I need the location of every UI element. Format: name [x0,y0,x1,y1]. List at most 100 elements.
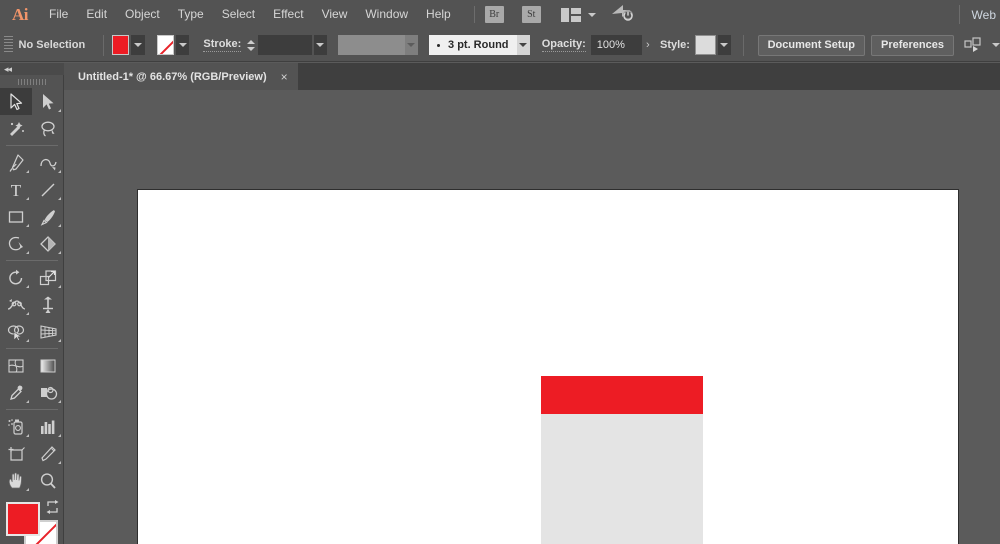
shape-builder-tool[interactable] [0,318,32,345]
control-bar-grip[interactable] [4,36,13,54]
artboard-tool[interactable] [0,440,32,467]
chevron-down-icon [720,43,728,47]
blend-tool[interactable] [32,379,64,406]
menubar-divider [474,6,475,23]
preferences-button[interactable]: Preferences [871,35,954,56]
opacity-label[interactable]: Opacity: [542,38,586,52]
stroke-color-swatch[interactable] [157,35,175,55]
tool-flyout-indicator [58,285,61,288]
stock-button[interactable]: St [522,6,541,23]
arrange-documents-icon[interactable] [561,8,581,22]
perspective-grid-tool[interactable] [32,318,64,345]
menu-edit[interactable]: Edit [77,0,116,29]
control-divider-2 [743,35,744,56]
opacity-flyout-button[interactable]: › [642,35,654,55]
graphic-style-dropdown-button[interactable] [718,35,731,55]
hand-tool[interactable] [0,467,32,494]
opacity-input[interactable]: 100% [591,35,642,55]
swap-fill-stroke-icon[interactable] [45,500,60,519]
menu-window[interactable]: Window [356,0,417,29]
illustrator-window: Ai File Edit Object Type Select Effect V… [0,0,1000,544]
column-graph-tool[interactable] [32,413,64,440]
stroke-weight-stepper[interactable] [246,35,255,55]
magic-wand-tool[interactable] [0,115,32,142]
tool-flyout-indicator [26,170,29,173]
cloud-sync-icon[interactable] [610,3,634,26]
paintbrush-tool[interactable] [32,203,64,230]
lasso-tool[interactable] [32,115,64,142]
stroke-weight-dropdown-button[interactable] [314,35,327,55]
tool-flyout-indicator [26,197,29,200]
red-rectangle[interactable] [541,376,703,414]
scale-tool[interactable] [32,264,64,291]
free-transform-tool[interactable] [32,291,64,318]
tools-divider-2 [6,260,58,261]
tools-panel-grip[interactable] [0,75,63,88]
collapse-panel-icon[interactable]: ◂◂ [4,65,11,74]
tool-flyout-indicator [26,285,29,288]
control-divider [103,35,104,56]
chevron-down-icon [179,43,187,47]
mesh-tool[interactable] [0,352,32,379]
zoom-tool[interactable] [32,467,64,494]
pen-tool[interactable] [0,149,32,176]
graphic-style-swatch[interactable] [695,35,716,55]
stroke-weight-input[interactable] [258,35,312,55]
menu-effect[interactable]: Effect [264,0,312,29]
tools-panel: ◂◂ [0,63,64,544]
tools-grid: T [0,88,64,494]
tools-divider-4 [6,409,58,410]
menu-type[interactable]: Type [169,0,213,29]
type-tool[interactable]: T [0,176,32,203]
selection-tool[interactable] [0,88,32,115]
fill-dropdown-button[interactable] [131,35,144,55]
fill-color-swatch[interactable] [112,35,130,55]
menu-file[interactable]: File [40,0,77,29]
stroke-dropdown-button[interactable] [176,35,189,55]
width-tool[interactable] [0,291,32,318]
eraser-tool[interactable] [32,230,64,257]
menu-select[interactable]: Select [213,0,264,29]
chevron-down-icon [316,43,324,47]
close-icon[interactable]: × [281,71,288,83]
variable-width-profile-input[interactable] [338,35,405,55]
tool-flyout-indicator [58,224,61,227]
style-label[interactable]: Style: [660,39,690,52]
stroke-weight-label[interactable]: Stroke: [203,38,241,52]
tool-flyout-indicator [26,224,29,227]
rotate-tool[interactable] [0,264,32,291]
align-to-selection-icon[interactable] [964,37,986,53]
chevron-down-icon[interactable] [588,13,596,17]
bridge-button[interactable]: Br [485,6,504,23]
menu-object[interactable]: Object [116,0,169,29]
grey-rectangle[interactable] [541,414,703,544]
gradient-tool[interactable] [32,352,64,379]
align-dropdown-chevron-icon[interactable] [992,43,1000,47]
brush-definition-dropdown-button[interactable] [517,35,530,55]
rectangle-tool[interactable] [0,203,32,230]
menu-view[interactable]: View [313,0,357,29]
svg-text:T: T [11,181,22,199]
brush-definition-display[interactable]: 3 pt. Round [429,35,517,55]
menu-help[interactable]: Help [417,0,460,29]
symbol-sprayer-tool[interactable] [0,413,32,440]
fill-color-swatch-large[interactable] [6,502,40,536]
document-setup-button[interactable]: Document Setup [758,35,865,56]
document-tab[interactable]: Untitled-1* @ 66.67% (RGB/Preview) × [64,63,298,90]
workspace-switcher[interactable]: Web [972,8,1000,22]
shaper-tool[interactable] [0,230,32,257]
fill-stroke-controls [0,498,64,544]
document-tab-title: Untitled-1* @ 66.67% (RGB/Preview) [78,71,267,83]
line-segment-tool[interactable] [32,176,64,203]
direct-selection-tool[interactable] [32,88,64,115]
variable-width-profile-dropdown-button[interactable] [405,35,418,55]
tool-flyout-indicator [26,488,29,491]
artboard[interactable] [137,189,959,544]
curvature-tool[interactable] [32,149,64,176]
slice-tool[interactable] [32,440,64,467]
tool-flyout-indicator [58,109,61,112]
control-bar: No Selection Stroke: 3 pt. Round Opacity… [0,29,1000,62]
canvas-area[interactable] [64,90,1000,544]
tools-panel-header: ◂◂ [0,63,64,75]
eyedropper-tool[interactable] [0,379,32,406]
